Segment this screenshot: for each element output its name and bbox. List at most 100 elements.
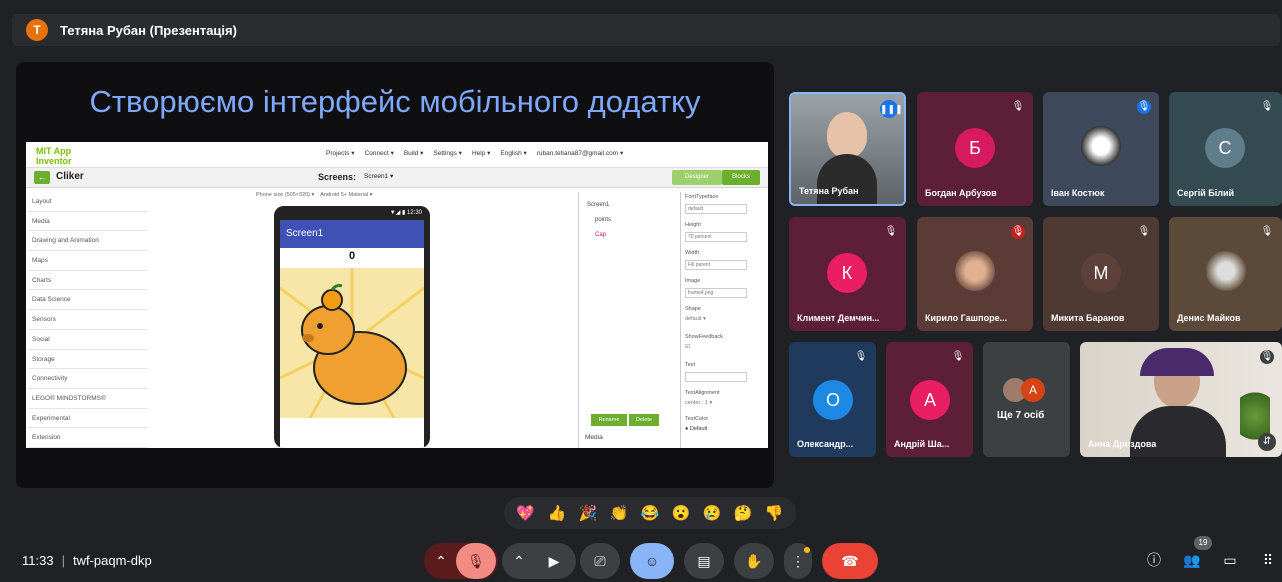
palette-item: Media bbox=[28, 212, 148, 232]
ai-rename-button: Rename bbox=[591, 414, 627, 426]
presentation-stage[interactable]: Створюємо інтерфейс мобільного додатку M… bbox=[16, 62, 774, 488]
participant-avatar: А bbox=[910, 380, 950, 420]
palette-item: Layout bbox=[28, 192, 148, 212]
camera-button[interactable]: ▶ bbox=[534, 553, 574, 570]
palette-item: Social bbox=[28, 330, 148, 350]
participant-tile[interactable]: 🎙 А Андрій Ша... bbox=[886, 342, 973, 457]
participant-name: Кирило Гашпоре... bbox=[925, 313, 1008, 323]
prop-value: center : 1 ▾ bbox=[685, 400, 713, 406]
participant-name: Богдан Арбузов bbox=[925, 188, 997, 198]
capybara-icon bbox=[279, 268, 425, 419]
mic-off-button[interactable]: 🎙 bbox=[456, 543, 496, 579]
prop-value: Fill parent bbox=[685, 260, 747, 270]
prop-label: TextAlignment bbox=[685, 390, 720, 396]
palette-item: Maps bbox=[28, 251, 148, 271]
end-call-button[interactable]: ☎ bbox=[822, 543, 878, 579]
viewer-theme: Android 5+ Material ▾ bbox=[320, 192, 373, 198]
palette-item: Drawing and Animation bbox=[28, 231, 148, 252]
participant-tile[interactable]: 🎙 Іван Костюк bbox=[1043, 92, 1159, 206]
mic-off-icon: 🎙 bbox=[1011, 101, 1025, 112]
phone-status-bar: ▼◢ ▮ 12:30 bbox=[274, 206, 430, 220]
participant-name: Андрій Ша... bbox=[894, 439, 950, 449]
more-participants-label: Ще 7 осіб bbox=[997, 410, 1045, 421]
prop-label: Height bbox=[685, 222, 701, 228]
activities-icon[interactable]: ⠿ bbox=[1256, 548, 1280, 572]
ai-palette: Layout Media Drawing and Animation Maps … bbox=[28, 192, 148, 448]
mic-control-group: ⌃ 🎙 bbox=[424, 543, 498, 579]
presenter-avatar: T bbox=[26, 19, 48, 41]
camera-control-group: ⌃ ▶ bbox=[502, 543, 576, 579]
palette-item: Data Science bbox=[28, 290, 148, 311]
participant-name: Денис Майков bbox=[1177, 313, 1241, 323]
reaction-party-icon[interactable]: 🎉 bbox=[579, 504, 598, 522]
participant-tile[interactable]: 🎙 М Микита Баранов bbox=[1043, 217, 1159, 331]
back-arrow-icon: ← bbox=[34, 171, 50, 184]
participant-tile[interactable]: 🎙 Кирило Гашпоре... bbox=[917, 217, 1033, 331]
mic-off-icon: 🎙 bbox=[884, 226, 898, 237]
people-icon[interactable]: 👥 19 bbox=[1180, 536, 1212, 572]
body-silhouette bbox=[1130, 406, 1226, 457]
palette-item: Sensors bbox=[28, 310, 148, 330]
mic-off-icon: 🎙 bbox=[1011, 225, 1025, 239]
captions-icon: ▤ bbox=[697, 552, 711, 569]
captions-button[interactable]: ▤ bbox=[684, 543, 724, 579]
reaction-thumbs-up-icon[interactable]: 👍 bbox=[547, 504, 566, 522]
participant-tile[interactable]: 🎙 О Олександр... bbox=[789, 342, 876, 457]
participant-name: Анна Дроздова bbox=[1088, 439, 1157, 449]
prop-value: default ▾ bbox=[685, 316, 706, 322]
present-screen-icon: ⎚ bbox=[594, 552, 606, 569]
mic-off-icon: 🎙 bbox=[1260, 350, 1274, 364]
reaction-thinking-icon[interactable]: 🤔 bbox=[734, 504, 753, 522]
raise-hand-button[interactable]: ✋ bbox=[734, 543, 774, 579]
reaction-heart-icon[interactable]: 💖 bbox=[516, 504, 535, 522]
participant-avatar: М bbox=[1081, 253, 1121, 293]
prop-value: ☑ bbox=[685, 344, 690, 350]
reaction-laugh-icon[interactable]: 😂 bbox=[641, 504, 660, 522]
phone-title-bar: Screen1 bbox=[280, 220, 424, 248]
camera-options-chevron-icon[interactable]: ⌃ bbox=[504, 553, 534, 570]
mic-off-icon: 🎙 bbox=[854, 351, 868, 362]
chat-icon[interactable]: ▭ bbox=[1218, 548, 1242, 572]
prop-value: 70 percent bbox=[685, 232, 747, 242]
meeting-info: 11:33 | twf-paqm-dkp bbox=[22, 553, 152, 568]
more-participants-tile[interactable]: А Ще 7 осіб bbox=[983, 342, 1070, 457]
mic-off-icon: 🎙 bbox=[951, 351, 965, 362]
participant-tile[interactable]: 🎙 Денис Майков bbox=[1169, 217, 1282, 331]
participant-tile[interactable]: 🎙 Б Богдан Арбузов bbox=[917, 92, 1033, 206]
prop-label: FontTypeface bbox=[685, 194, 719, 200]
palette-item: Connectivity bbox=[28, 369, 148, 389]
prop-value bbox=[685, 372, 747, 382]
ai-menu-build: Build ▾ bbox=[403, 150, 424, 157]
reaction-clap-icon[interactable]: 👏 bbox=[610, 504, 629, 522]
reaction-surprised-icon[interactable]: 😮 bbox=[672, 504, 691, 522]
participant-tile[interactable]: 🎙 К Климент Демчин... bbox=[789, 217, 906, 331]
ai-logo: MIT App Inventor bbox=[36, 146, 72, 166]
ai-project-bar: ← Cliker Screens: Screen1 ▾ Designer Blo… bbox=[26, 168, 768, 188]
reaction-sad-icon[interactable]: 😢 bbox=[703, 504, 722, 522]
info-icon[interactable]: ⓘ bbox=[1142, 548, 1166, 572]
prop-label: Text bbox=[685, 362, 696, 368]
reaction-thumbs-down-icon[interactable]: 👎 bbox=[765, 504, 784, 522]
mic-options-chevron-icon[interactable]: ⌃ bbox=[426, 553, 456, 570]
participant-tile[interactable]: ❚❚❚ Тетяна Рубан bbox=[789, 92, 906, 206]
present-screen-button[interactable]: ⎚ bbox=[580, 543, 620, 579]
ai-menu-settings: Settings ▾ bbox=[433, 150, 462, 157]
slide-title: Створюємо інтерфейс мобільного додатку bbox=[89, 84, 701, 119]
more-options-button[interactable]: ⋮ bbox=[784, 543, 812, 579]
mic-off-icon: 🎙 bbox=[1137, 100, 1151, 114]
ai-media-label: Media bbox=[585, 434, 603, 441]
reactions-button[interactable]: ☺ bbox=[630, 543, 674, 579]
ai-screens: Screens: Screen1 ▾ bbox=[318, 172, 393, 182]
hang-up-icon: ☎ bbox=[841, 552, 859, 569]
ai-menu-projects: Projects ▾ bbox=[326, 150, 355, 157]
participant-tile[interactable]: 🎙 ⇵ Анна Дроздова bbox=[1080, 342, 1282, 457]
pin-icon[interactable]: ⇵ bbox=[1258, 433, 1276, 451]
prop-value: default bbox=[685, 204, 747, 214]
ai-top-bar: MIT App Inventor Projects ▾ Connect ▾ Bu… bbox=[26, 142, 768, 168]
component-cap: Cap bbox=[595, 232, 607, 238]
phone-body: 0 bbox=[279, 248, 425, 448]
palette-item: Extension bbox=[28, 428, 148, 448]
participant-tile[interactable]: 🎙 С Сергій Білий bbox=[1169, 92, 1282, 206]
hand-icon: ✋ bbox=[745, 552, 763, 569]
ai-screens-label: Screens: bbox=[318, 172, 357, 182]
